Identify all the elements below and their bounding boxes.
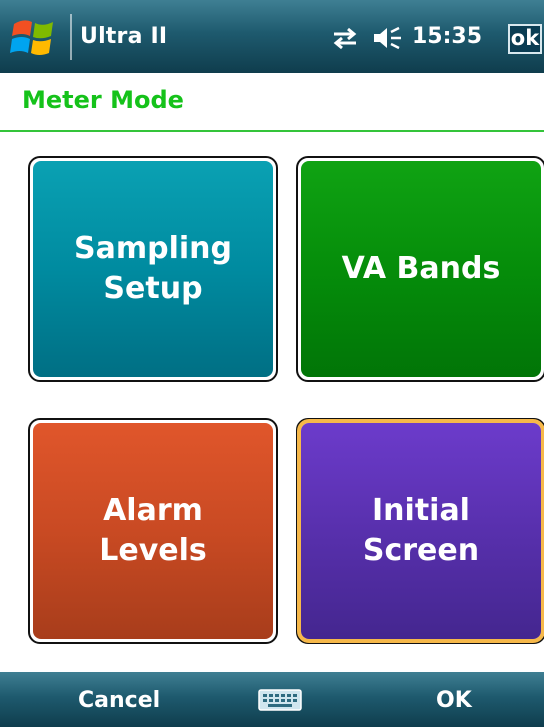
connectivity-icon[interactable]: [330, 26, 360, 50]
ok-button[interactable]: ok: [508, 24, 542, 54]
app-title: Ultra II: [80, 24, 168, 49]
ok-softkey[interactable]: OK: [436, 688, 472, 713]
windows-start-icon[interactable]: [6, 12, 62, 62]
tile-label-line2: Levels: [99, 533, 207, 568]
tile-label-line1: Initial: [372, 493, 470, 528]
keyboard-icon[interactable]: [258, 688, 302, 712]
tile-label-line1: Alarm: [103, 493, 203, 528]
softkey-bar: Cancel OK: [0, 672, 544, 727]
tile-label-line1: Sampling: [74, 231, 232, 266]
cancel-softkey[interactable]: Cancel: [78, 688, 160, 713]
page-title: Meter Mode: [22, 86, 184, 114]
sampling-setup-tile[interactable]: Sampling Setup: [28, 156, 278, 382]
alarm-levels-button[interactable]: Alarm Levels: [33, 423, 273, 639]
alarm-levels-tile[interactable]: Alarm Levels: [28, 418, 278, 644]
initial-screen-button[interactable]: Initial Screen: [301, 423, 541, 639]
title-bar: Ultra II 15:35 ok: [0, 0, 544, 73]
va-bands-tile[interactable]: VA Bands: [296, 156, 544, 382]
va-bands-button[interactable]: VA Bands: [301, 161, 541, 377]
sampling-setup-button[interactable]: Sampling Setup: [33, 161, 273, 377]
clock: 15:35: [412, 24, 483, 49]
tile-label-line2: Screen: [362, 533, 480, 568]
title-separator: [70, 14, 72, 60]
title-divider: [0, 130, 544, 132]
tile-label-line1: VA Bands: [341, 251, 501, 286]
volume-icon[interactable]: [372, 25, 404, 51]
tile-label-line2: Setup: [103, 271, 203, 306]
initial-screen-tile[interactable]: Initial Screen: [296, 418, 544, 644]
